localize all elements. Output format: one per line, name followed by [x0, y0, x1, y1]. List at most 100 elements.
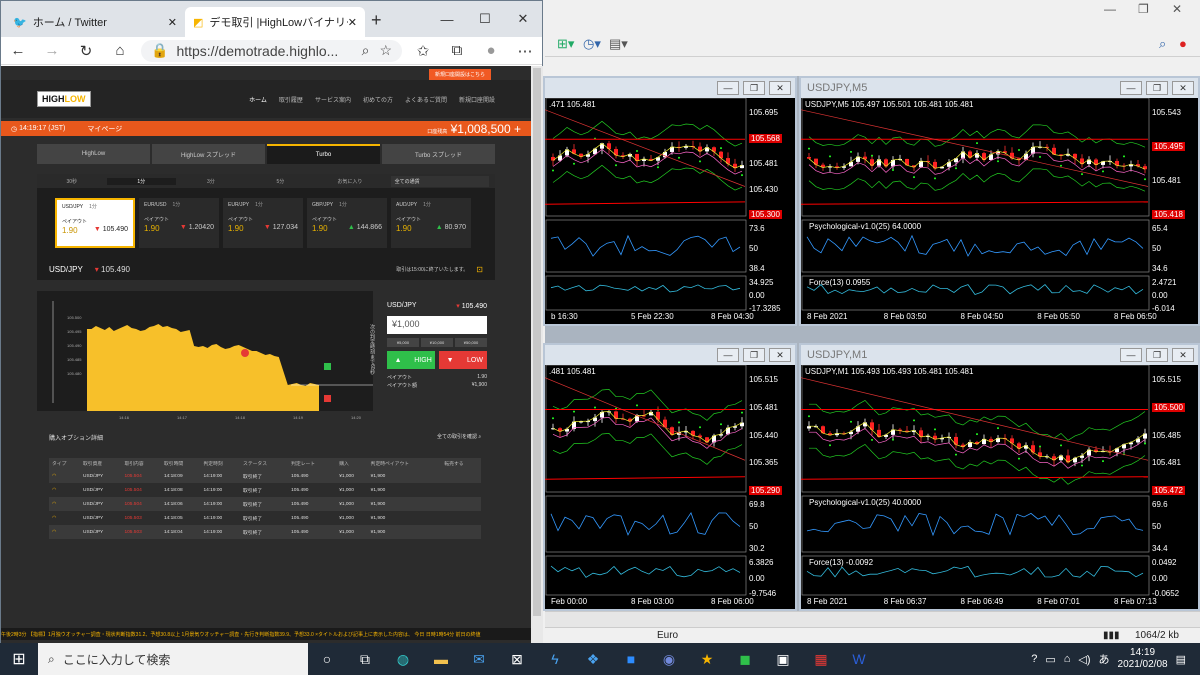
- xm-icon[interactable]: ▣: [764, 651, 802, 668]
- more-icon[interactable]: ⋯: [508, 42, 542, 60]
- option-tab[interactable]: Turbo: [267, 144, 380, 164]
- chart-window[interactable]: — ❐ ✕ .481 105.481 105.515 105.481 105.440 105.…: [543, 343, 797, 611]
- asset-card[interactable]: AUD/JPY 1分 ペイアウト 1.90 ▲ 80.970: [391, 198, 471, 248]
- zoom-icon[interactable]: ⌕: [362, 42, 370, 59]
- profile-icon[interactable]: ●: [474, 42, 508, 59]
- taskbar-search[interactable]: ⌕ ここに入力して検索: [38, 643, 308, 675]
- asset-card[interactable]: EUR/USD 1分 ペイアウト 1.90 ▼ 1.20420: [139, 198, 219, 248]
- quick-amount-button[interactable]: ¥50,000: [455, 338, 487, 347]
- favorites-icon[interactable]: ✩: [406, 42, 440, 60]
- back-icon[interactable]: ←: [1, 42, 35, 59]
- duration-tab[interactable]: 1分: [106, 177, 177, 185]
- minimize-button[interactable]: —: [428, 12, 466, 27]
- task-view-icon[interactable]: ⧉: [346, 651, 384, 668]
- quick-amount-button[interactable]: ¥10,000: [421, 338, 453, 347]
- search-icon[interactable]: ⌕: [1159, 36, 1166, 52]
- home-icon[interactable]: ⌂: [103, 42, 137, 59]
- highlow-logo[interactable]: HIGHLOW: [37, 91, 91, 107]
- favorite-add-icon[interactable]: ☆: [379, 42, 392, 59]
- chart-window[interactable]: USDJPY,M1 — ❐ ✕ USDJPY,M1 105.493 105.493 10…: [799, 343, 1200, 611]
- high-button[interactable]: ▲ HIGH: [387, 351, 435, 369]
- explorer-icon[interactable]: ▬: [422, 651, 460, 667]
- clock[interactable]: 14:19 2021/02/08: [1118, 647, 1168, 671]
- notification-icon[interactable]: ●: [1179, 36, 1187, 51]
- currency-select[interactable]: 全ての通貨: [390, 175, 490, 187]
- refresh-icon[interactable]: ↻: [69, 42, 103, 60]
- amount-input[interactable]: ¥1,000: [387, 316, 487, 334]
- zoom-icon[interactable]: ■: [612, 651, 650, 667]
- option-tab[interactable]: HighLow: [37, 144, 150, 164]
- close-icon[interactable]: ✕: [769, 81, 791, 95]
- mt4-icon[interactable]: ▦: [802, 651, 840, 668]
- nav-item[interactable]: 取引履歴: [279, 95, 303, 104]
- minimize-icon[interactable]: —: [717, 348, 739, 362]
- close-icon[interactable]: ✕: [1172, 348, 1194, 362]
- maximize-icon[interactable]: ❐: [1138, 2, 1149, 16]
- maximize-button[interactable]: ☐: [466, 11, 504, 27]
- mypage-link[interactable]: マイページ: [87, 124, 122, 134]
- help-icon[interactable]: ?: [1031, 653, 1037, 665]
- chart-type-icon[interactable]: ⊡: [476, 265, 483, 274]
- url-field[interactable]: 🔒 https://demotrade.highlo... ⌕ ☆: [141, 39, 402, 62]
- restore-icon[interactable]: ❐: [1146, 81, 1168, 95]
- page-scrollbar[interactable]: [531, 66, 543, 644]
- duration-tab[interactable]: 3分: [176, 178, 246, 185]
- nav-item[interactable]: よくあるご質問: [405, 95, 447, 104]
- duration-tab[interactable]: 5分: [246, 178, 316, 185]
- line-icon[interactable]: ◼: [726, 651, 764, 668]
- battery-icon[interactable]: ▭: [1045, 653, 1055, 666]
- minimize-icon[interactable]: —: [717, 81, 739, 95]
- dropbox-icon[interactable]: ❖: [574, 651, 612, 668]
- minimize-icon[interactable]: —: [1120, 348, 1142, 362]
- option-tab[interactable]: HighLow スプレッド: [152, 144, 265, 164]
- tab-twitter[interactable]: 🐦 ホーム / Twitter ✕: [5, 7, 185, 37]
- discord-icon[interactable]: ◉: [650, 651, 688, 668]
- duration-tab[interactable]: お気に入り: [315, 178, 385, 185]
- store-icon[interactable]: ⊠: [498, 651, 536, 668]
- scrollbar-thumb[interactable]: [533, 68, 541, 616]
- add-funds-icon[interactable]: +: [514, 122, 521, 136]
- tab-highlow[interactable]: ◩ デモ取引 |HighLowバイナリーオプシ✕: [185, 7, 365, 37]
- duration-tab[interactable]: 30秒: [37, 178, 107, 185]
- clock-icon[interactable]: ◷▾: [583, 36, 601, 52]
- star-app-icon[interactable]: ★: [688, 651, 726, 668]
- close-icon[interactable]: ✕: [1172, 2, 1182, 16]
- close-icon[interactable]: ✕: [168, 16, 177, 29]
- asset-card[interactable]: EUR/JPY 1分 ペイアウト 1.90 ▼ 127.034: [223, 198, 303, 248]
- nav-item[interactable]: 初めての方: [363, 95, 393, 104]
- option-tab[interactable]: Turbo スプレッド: [382, 144, 495, 164]
- forward-icon[interactable]: →: [35, 42, 69, 59]
- chart-window[interactable]: USDJPY,M5 — ❐ ✕ USDJPY,M5 105.497 105.501 10…: [799, 76, 1200, 326]
- restore-icon[interactable]: ❐: [1146, 348, 1168, 362]
- cortana-icon[interactable]: ○: [308, 651, 346, 667]
- word-icon[interactable]: W: [840, 651, 878, 667]
- close-icon[interactable]: ✕: [1172, 81, 1194, 95]
- new-order-icon[interactable]: ⊞▾: [557, 36, 574, 52]
- history-all-link[interactable]: 全ての取引を確認 ⌕: [437, 433, 481, 440]
- notification-center-icon[interactable]: ▤: [1176, 653, 1186, 666]
- restore-icon[interactable]: ❐: [743, 348, 765, 362]
- template-icon[interactable]: ▤▾: [609, 36, 628, 52]
- low-button[interactable]: ▼ LOW: [439, 351, 487, 369]
- windows-start-icon[interactable]: ⊞: [0, 649, 38, 669]
- network-icon[interactable]: ⌂: [1064, 653, 1071, 665]
- close-icon[interactable]: ✕: [348, 16, 357, 29]
- register-button[interactable]: 新規口座開設はこちら: [428, 69, 491, 80]
- close-button[interactable]: ✕: [504, 11, 542, 27]
- quick-amount-button[interactable]: ¥5,000: [387, 338, 419, 347]
- nav-item[interactable]: ホーム: [249, 95, 267, 104]
- edge-icon[interactable]: ◍: [384, 651, 422, 668]
- new-tab-button[interactable]: +: [371, 10, 382, 31]
- restore-icon[interactable]: ❐: [743, 81, 765, 95]
- volume-icon[interactable]: ◁): [1078, 653, 1090, 666]
- ime-icon[interactable]: あ: [1099, 651, 1110, 667]
- asset-card[interactable]: USD/JPY 1分 ペイアウト 1.90 ▼ 105.490: [55, 198, 135, 248]
- nav-item[interactable]: 新規口座開設: [459, 95, 495, 104]
- chart-window[interactable]: — ❐ ✕ .471 105.481 105.695 105.568 105.481 105.…: [543, 76, 797, 326]
- vscode-icon[interactable]: ϟ: [536, 651, 574, 667]
- minimize-icon[interactable]: —: [1104, 2, 1116, 16]
- collections-icon[interactable]: ⧉: [440, 42, 474, 59]
- nav-item[interactable]: サービス案内: [315, 95, 351, 104]
- minimize-icon[interactable]: —: [1120, 81, 1142, 95]
- close-icon[interactable]: ✕: [769, 348, 791, 362]
